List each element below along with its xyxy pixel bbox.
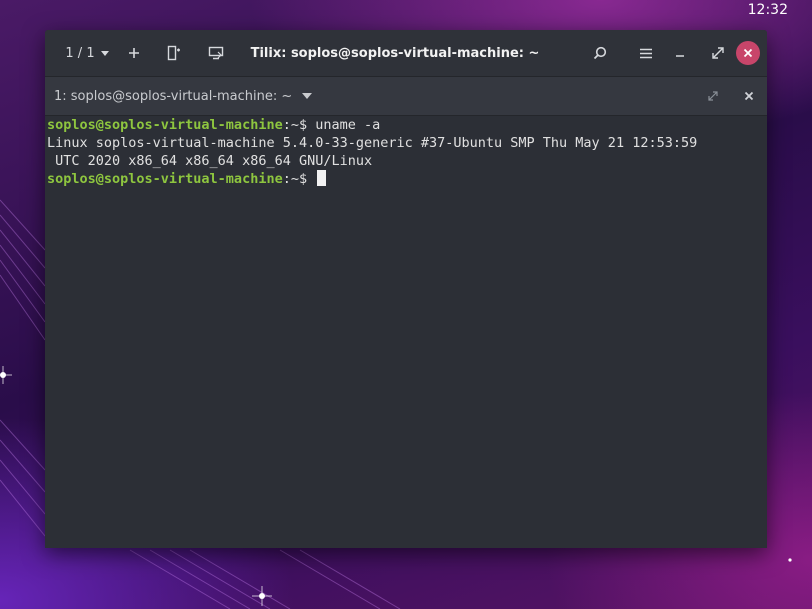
- close-icon: [744, 91, 754, 101]
- close-icon: [743, 48, 753, 58]
- terminal-close-button[interactable]: [739, 77, 759, 115]
- terminal-maximize-button[interactable]: [703, 77, 723, 115]
- search-icon: [593, 46, 607, 60]
- prompt-user-host: soplos@soplos-virtual-machine: [47, 117, 283, 133]
- close-button[interactable]: [736, 41, 760, 65]
- terminal-header: 1: soplos@soplos-virtual-machine: ~: [45, 76, 767, 116]
- terminal-line: soplos@soplos-virtual-machine:~$ uname -…: [47, 116, 767, 134]
- maximize-icon: [712, 47, 724, 59]
- split-terminal-button[interactable]: [163, 30, 185, 76]
- session-count-label: 1 / 1: [65, 45, 95, 61]
- terminal-output[interactable]: soplos@soplos-virtual-machine:~$ uname -…: [45, 116, 767, 548]
- minimize-icon: [676, 55, 684, 57]
- terminal-line: UTC 2020 x86_64 x86_64 x86_64 GNU/Linux: [47, 153, 373, 169]
- split-terminal-icon: [167, 45, 180, 61]
- clock: 12:32: [747, 2, 788, 18]
- maximize-button[interactable]: [709, 30, 727, 76]
- chevron-down-icon: [100, 50, 109, 56]
- session-switcher[interactable]: 1 / 1: [57, 30, 117, 76]
- tilix-window: 1 / 1 Tilix: soplos@soplos-virtual-machi…: [45, 30, 767, 548]
- prompt-suffix: :~$: [282, 171, 308, 187]
- plus-icon: [129, 48, 139, 58]
- prompt-suffix: :~$: [282, 117, 308, 133]
- command-text: uname -a: [307, 117, 381, 133]
- terminal-title: 1: soplos@soplos-virtual-machine: ~: [54, 88, 293, 104]
- menu-button[interactable]: [635, 30, 657, 76]
- sync-input-icon: [208, 46, 224, 60]
- text-cursor: [317, 170, 327, 186]
- hamburger-menu-icon: [640, 48, 652, 58]
- window-titlebar: 1 / 1 Tilix: soplos@soplos-virtual-machi…: [45, 30, 767, 76]
- chevron-down-icon: [302, 93, 313, 99]
- sync-input-button[interactable]: [205, 30, 227, 76]
- prompt-user-host: soplos@soplos-virtual-machine: [47, 171, 283, 187]
- terminal-line: Linux soplos-virtual-machine 5.4.0-33-ge…: [47, 135, 698, 151]
- add-session-button[interactable]: [123, 30, 145, 76]
- maximize-icon: [708, 91, 718, 101]
- minimize-button[interactable]: [671, 30, 689, 76]
- terminal-title-menu[interactable]: 1: soplos@soplos-virtual-machine: ~: [54, 77, 313, 115]
- search-button[interactable]: [589, 30, 611, 76]
- terminal-line: soplos@soplos-virtual-machine:~$: [47, 170, 767, 188]
- window-title: Tilix: soplos@soplos-virtual-machine: ~: [250, 45, 540, 61]
